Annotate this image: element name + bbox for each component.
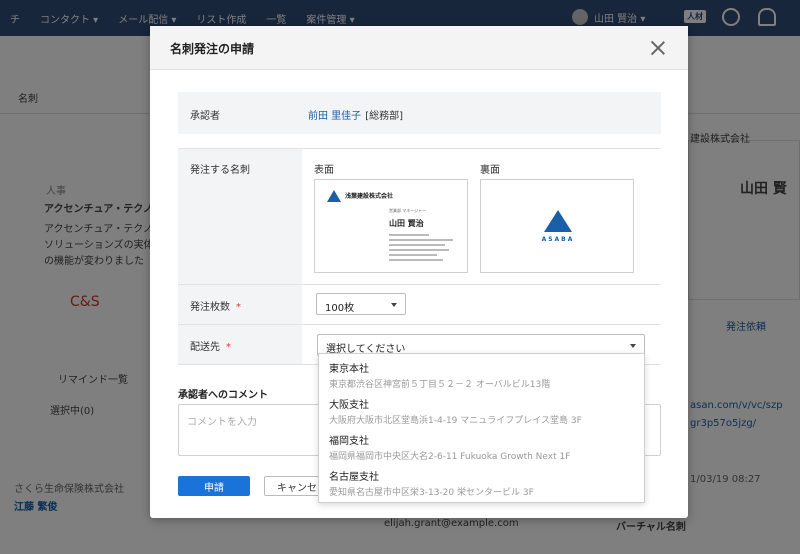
comment-title: 承認者へのコメント bbox=[178, 390, 268, 401]
card-detail-line bbox=[389, 239, 453, 241]
card-detail-line bbox=[389, 259, 443, 261]
destination-dropdown: 東京本社 東京都渋谷区神宮前５丁目５２－２ オーバルビル13階 大阪支社 大阪府… bbox=[318, 353, 645, 503]
dropdown-option[interactable]: 東京本社 東京都渋谷区神宮前５丁目５２－２ オーバルビル13階 bbox=[319, 356, 644, 392]
dropdown-option[interactable]: 大阪支社 大阪府大阪市北区堂島浜1-4-19 マニュライフプレイス堂島 3F bbox=[319, 392, 644, 428]
cards-label: 発注する名刺 bbox=[190, 165, 250, 176]
option-address: 福岡県福岡市中央区大名2-6-11 Fukuoka Growth Next 1F bbox=[329, 452, 571, 462]
option-address: 愛知県名古屋市中区栄3-13-20 栄センタービル 3F bbox=[329, 488, 534, 498]
count-label-text: 発注枚数 bbox=[190, 302, 230, 313]
destination-label-text: 配送先 bbox=[190, 342, 220, 353]
option-address: 大阪府大阪市北区堂島浜1-4-19 マニュライフプレイス堂島 3F bbox=[329, 416, 582, 426]
quantity-value: 100枚 bbox=[325, 303, 355, 314]
card-person: 山田 賢治 bbox=[389, 219, 424, 228]
card-detail-line bbox=[389, 234, 429, 236]
close-icon[interactable] bbox=[648, 38, 668, 58]
submit-button[interactable]: 申請 bbox=[178, 476, 250, 496]
option-name: 大阪支社 bbox=[329, 400, 369, 411]
brand-logo-icon bbox=[544, 210, 572, 232]
card-title: 営業部 マネージャー bbox=[389, 208, 426, 213]
option-name: 東京本社 bbox=[329, 364, 369, 375]
back-label: 裏面 bbox=[480, 165, 500, 176]
approver-name[interactable]: 前田 里佳子 bbox=[308, 111, 361, 122]
cards-row: 発注する名刺 表面 裏面 浅葉建設株式会社 営業部 マネージャー 山田 賢治 A… bbox=[178, 149, 661, 285]
card-detail-line bbox=[389, 254, 437, 256]
dropdown-option[interactable]: 名古屋支社 愛知県名古屋市中区栄3-13-20 栄センタービル 3F bbox=[319, 464, 644, 500]
chevron-down-icon bbox=[630, 344, 636, 348]
front-label: 表面 bbox=[314, 165, 334, 176]
card-detail-line bbox=[389, 244, 445, 246]
option-name: 名古屋支社 bbox=[329, 472, 379, 483]
dropdown-option[interactable]: 福岡支社 福岡県福岡市中央区大名2-6-11 Fukuoka Growth Ne… bbox=[319, 428, 644, 464]
destination-label: 配送先 * bbox=[190, 338, 231, 353]
card-back-preview[interactable]: ASABA bbox=[480, 179, 634, 273]
card-front-preview[interactable]: 浅葉建設株式会社 営業部 マネージャー 山田 賢治 bbox=[314, 179, 468, 273]
modal-header: 名刺発注の申請 bbox=[150, 26, 688, 70]
count-row: 発注枚数 * 100枚 bbox=[178, 285, 661, 325]
option-address: 東京都渋谷区神宮前５丁目５２－２ オーバルビル13階 bbox=[329, 380, 551, 390]
required-mark: * bbox=[236, 302, 241, 313]
modal-title: 名刺発注の申請 bbox=[170, 42, 255, 56]
required-mark: * bbox=[226, 342, 231, 353]
card-company: 浅葉建設株式会社 bbox=[345, 193, 394, 200]
quantity-select[interactable]: 100枚 bbox=[316, 293, 406, 315]
approver-label: 承認者 bbox=[190, 111, 220, 122]
card-detail-line bbox=[389, 249, 449, 251]
brand-text: ASABA bbox=[541, 236, 575, 243]
chevron-down-icon bbox=[391, 303, 397, 307]
order-form: 発注する名刺 表面 裏面 浅葉建設株式会社 営業部 マネージャー 山田 賢治 A… bbox=[178, 148, 661, 365]
approver-row: 承認者 前田 里佳子 [総務部] bbox=[178, 92, 661, 134]
approver-value: 前田 里佳子 [総務部] bbox=[308, 107, 403, 122]
company-logo-icon bbox=[327, 190, 341, 202]
count-label: 発注枚数 * bbox=[190, 298, 241, 313]
approver-dept: [総務部] bbox=[365, 111, 403, 122]
option-name: 福岡支社 bbox=[329, 436, 369, 447]
